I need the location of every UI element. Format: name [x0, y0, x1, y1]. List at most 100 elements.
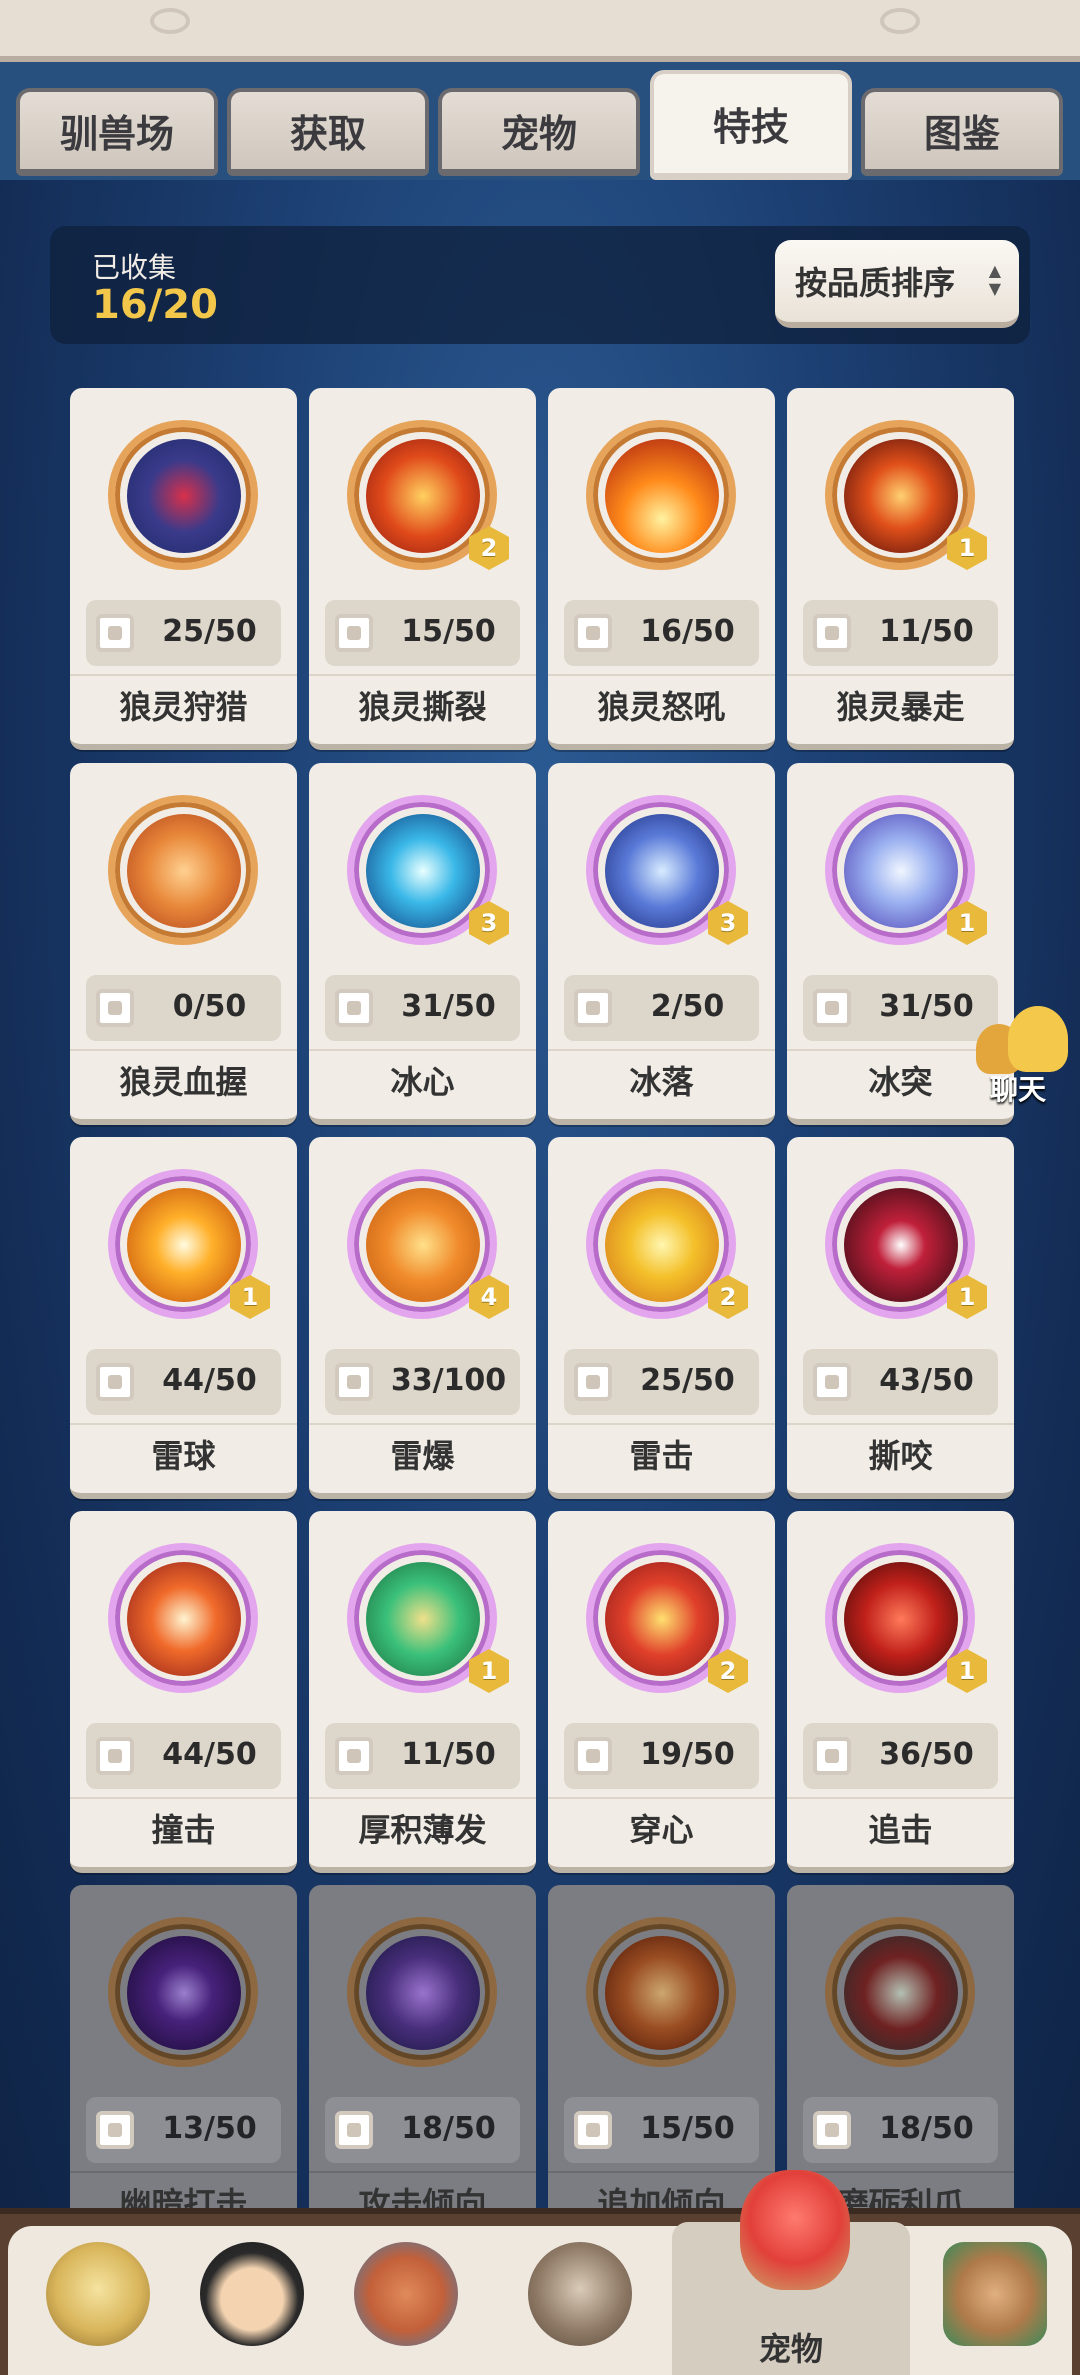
skill-card[interactable]: 25/50 狼灵狩猎	[70, 388, 297, 750]
sort-arrows-icon: ▲ ▼	[988, 261, 1001, 298]
skill-fragment-progress: 25/50	[564, 1349, 759, 1415]
skill-fragment-progress: 2/50	[564, 975, 759, 1041]
skill-name: 撕咬	[868, 1437, 933, 1475]
tab-skills[interactable]: 特技	[650, 70, 852, 180]
nav-hero-ninja[interactable]	[192, 2236, 312, 2356]
skill-card[interactable]: 1 11/50 厚积薄发	[309, 1511, 536, 1873]
skill-name: 撞击	[151, 1811, 216, 1849]
bite-jaws-icon	[844, 1188, 958, 1302]
tab-codex[interactable]: 图鉴	[861, 88, 1063, 176]
roar-blast-icon	[605, 439, 719, 553]
skill-name: 追击	[868, 1811, 933, 1849]
skill-name: 狼灵撕裂	[358, 688, 487, 726]
card-divider	[70, 2171, 297, 2173]
skill-progress-text: 36/50	[879, 1737, 974, 1772]
attack-spirit-icon	[366, 1936, 480, 2050]
skill-progress-text: 0/50	[172, 989, 247, 1024]
ice-shard-icon	[605, 814, 719, 928]
collection-count: 16/20	[92, 282, 218, 328]
tab-training-ground[interactable]: 驯兽场	[16, 88, 218, 176]
skill-card[interactable]: 1 11/50 狼灵暴走	[787, 388, 1014, 750]
skill-card[interactable]: 4 33/100 雷爆	[309, 1137, 536, 1499]
paw-icon	[127, 814, 241, 928]
skill-icon-frame	[108, 420, 258, 570]
nav-hero-tiki[interactable]	[935, 2236, 1055, 2356]
card-divider	[70, 1797, 297, 1799]
skill-card[interactable]: 1 36/50 追击	[787, 1511, 1014, 1873]
skill-fragment-progress: 36/50	[803, 1723, 998, 1789]
puzzle-piece-icon	[96, 1363, 134, 1401]
claw-slash-icon	[366, 439, 480, 553]
sort-button-label: 按品质排序	[795, 264, 956, 302]
skill-progress-text: 16/50	[640, 614, 735, 649]
skill-progress-text: 43/50	[879, 1363, 974, 1398]
nav-pets[interactable]	[730, 2170, 860, 2310]
card-divider	[309, 1797, 536, 1799]
skill-card[interactable]: 16/50 狼灵怒吼	[548, 388, 775, 750]
skill-progress-text: 15/50	[640, 2111, 735, 2146]
puzzle-piece-icon	[574, 1737, 612, 1775]
skill-card[interactable]: 18/50 攻击倾向	[309, 1885, 536, 2247]
heart-target-icon	[127, 439, 241, 553]
puzzle-piece-icon	[335, 614, 373, 652]
skill-progress-text: 25/50	[162, 614, 257, 649]
puzzle-piece-icon	[813, 989, 851, 1027]
skill-card[interactable]: 0/50 狼灵血握	[70, 763, 297, 1125]
skill-fragment-progress: 0/50	[86, 975, 281, 1041]
nav-hero-lion[interactable]	[38, 2236, 158, 2356]
hourglass-icon	[366, 1562, 480, 1676]
skill-card[interactable]: 2 15/50 狼灵撕裂	[309, 388, 536, 750]
puzzle-piece-icon	[813, 614, 851, 652]
skill-card[interactable]: 1 43/50 撕咬	[787, 1137, 1014, 1499]
skill-progress-text: 2/50	[650, 989, 725, 1024]
impact-icon	[127, 1562, 241, 1676]
skill-name: 冰落	[629, 1063, 694, 1101]
puzzle-piece-icon	[96, 1737, 134, 1775]
skill-card[interactable]: 2 25/50 雷击	[548, 1137, 775, 1499]
skill-card[interactable]: 13/50 幽暗打击	[70, 1885, 297, 2247]
skill-name: 狼灵血握	[119, 1063, 248, 1101]
skill-card[interactable]: 2 19/50 穿心	[548, 1511, 775, 1873]
totem-avatar-icon	[354, 2242, 458, 2346]
card-divider	[548, 1797, 775, 1799]
skill-fragment-progress: 15/50	[325, 600, 520, 666]
skill-progress-text: 18/50	[401, 2111, 496, 2146]
puzzle-piece-icon	[96, 2111, 134, 2149]
card-divider	[548, 1423, 775, 1425]
skill-card[interactable]: 44/50 撞击	[70, 1511, 297, 1873]
nav-hero-ape[interactable]	[520, 2236, 640, 2356]
skill-fragment-progress: 25/50	[86, 600, 281, 666]
nav-hero-totem[interactable]	[346, 2236, 466, 2356]
skill-card[interactable]: 3 2/50 冰落	[548, 763, 775, 1125]
extra-spirit-icon	[605, 1936, 719, 2050]
sort-by-quality-button[interactable]: 按品质排序 ▲ ▼	[775, 240, 1019, 328]
tiki-avatar-icon	[943, 2242, 1047, 2346]
skill-progress-text: 19/50	[640, 1737, 735, 1772]
puzzle-piece-icon	[574, 1363, 612, 1401]
card-divider	[309, 1049, 536, 1051]
chat-button[interactable]: 聊天	[972, 1000, 1080, 1110]
sharpen-claw-icon	[844, 1936, 958, 2050]
puzzle-piece-icon	[335, 1363, 373, 1401]
puzzle-piece-icon	[96, 614, 134, 652]
skill-progress-text: 33/100	[390, 1363, 507, 1398]
skill-name: 雷球	[151, 1437, 216, 1475]
card-divider	[787, 1423, 1014, 1425]
skill-fragment-progress: 16/50	[564, 600, 759, 666]
puzzle-piece-icon	[335, 2111, 373, 2149]
tab-pets[interactable]: 宠物	[438, 88, 640, 176]
chat-smiley-icon	[1008, 1006, 1068, 1072]
thunder-ball-icon	[127, 1188, 241, 1302]
skill-fragment-progress: 44/50	[86, 1349, 281, 1415]
skill-card[interactable]: 3 31/50 冰心	[309, 763, 536, 1125]
skill-progress-text: 44/50	[162, 1737, 257, 1772]
card-divider	[309, 1423, 536, 1425]
skill-progress-text: 11/50	[879, 614, 974, 649]
skill-card[interactable]: 1 44/50 雷球	[70, 1137, 297, 1499]
puzzle-piece-icon	[335, 1737, 373, 1775]
tab-obtain[interactable]: 获取	[227, 88, 429, 176]
skill-fragment-progress: 13/50	[86, 2097, 281, 2163]
skill-progress-text: 31/50	[401, 989, 496, 1024]
puzzle-piece-icon	[813, 1363, 851, 1401]
decoration-swirl-icon	[150, 8, 190, 34]
